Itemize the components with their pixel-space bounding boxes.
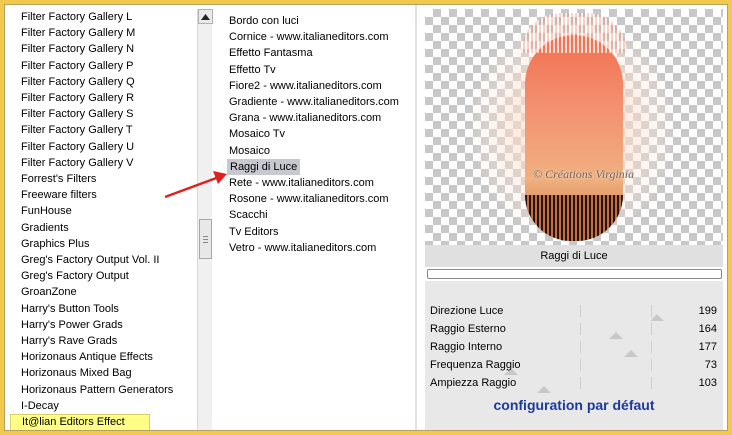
slider-tick [580, 377, 581, 389]
light-rays-top [521, 13, 627, 53]
slider-tick [580, 305, 581, 317]
pane-divider [415, 5, 417, 430]
category-item-selected[interactable]: It@lian Editors Effect [10, 414, 150, 430]
category-item[interactable]: Filter Factory Gallery L [21, 9, 132, 25]
slider-row[interactable]: Frequenza Raggio 73 [425, 357, 723, 375]
chevron-up-icon [201, 13, 210, 20]
scroll-thumb[interactable] [199, 219, 212, 259]
category-item[interactable]: Greg's Factory Output [21, 268, 129, 284]
category-item[interactable]: Harry's Button Tools [21, 301, 119, 317]
category-item[interactable]: Graphics Plus [21, 236, 89, 252]
category-item[interactable]: Horizonaus Antique Effects [21, 349, 153, 365]
slider-value: 103 [698, 377, 717, 389]
category-item[interactable]: Gradients [21, 220, 69, 236]
preview-pane: © Créations Virginia [425, 9, 723, 245]
slider-label: Direzione Luce [430, 305, 504, 317]
filter-item[interactable]: Scacchi [229, 207, 268, 223]
slider-label: Raggio Interno [430, 341, 503, 353]
filter-item[interactable]: Effetto Tv [229, 62, 276, 78]
filter-item[interactable]: Bordo con luci [229, 13, 299, 29]
default-configuration-button[interactable]: configuration par défaut [425, 397, 723, 413]
slider-tick [651, 377, 652, 389]
filter-item[interactable]: Grana - www.italianeditors.com [229, 110, 381, 126]
category-item[interactable]: Filter Factory Gallery U [21, 139, 134, 155]
watermark: © Créations Virginia [533, 167, 635, 181]
slider-tick [580, 359, 581, 371]
filter-item[interactable]: Gradiente - www.italianeditors.com [229, 94, 399, 110]
scroll-up-button[interactable] [198, 9, 213, 24]
filter-item[interactable]: Cornice - www.italianeditors.com [229, 29, 389, 45]
effect-name-label: Raggi di Luce [425, 245, 723, 267]
category-item[interactable]: Filter Factory Gallery Q [21, 74, 135, 90]
filter-item[interactable]: Rosone - www.italianeditors.com [229, 191, 389, 207]
filter-item[interactable]: Fiore2 - www.italianeditors.com [229, 78, 382, 94]
red-arrow-icon [164, 171, 227, 199]
slider-label: Frequenza Raggio [430, 359, 521, 371]
slider-thumb[interactable] [624, 350, 638, 357]
slider-tick [651, 323, 652, 335]
category-item[interactable]: Filter Factory Gallery R [21, 90, 134, 106]
category-item[interactable]: Filter Factory Gallery M [21, 25, 135, 41]
settings-panel: configuration par défaut Direzione Luce 1… [425, 281, 723, 430]
slider-row[interactable]: Direzione Luce 199 [425, 303, 723, 321]
filters-unlimited-window: Filter Factory Gallery L Filter Factory G… [4, 4, 728, 431]
category-item[interactable]: Filter Factory Gallery N [21, 41, 134, 57]
slider-thumb[interactable] [650, 314, 664, 321]
category-item[interactable]: Harry's Rave Grads [21, 333, 117, 349]
category-item[interactable]: Freeware filters [21, 187, 97, 203]
category-item[interactable]: Filter Factory Gallery P [21, 58, 133, 74]
slider-value: 164 [698, 323, 717, 335]
filter-item[interactable]: Tv Editors [229, 224, 279, 240]
slider-tick [651, 359, 652, 371]
category-item[interactable]: Forrest's Filters [21, 171, 96, 187]
category-item[interactable]: Filter Factory Gallery V [21, 155, 133, 171]
slider-thumb[interactable] [609, 332, 623, 339]
filter-item[interactable]: Rete - www.italianeditors.com [229, 175, 374, 191]
category-item[interactable]: Filter Factory Gallery T [21, 122, 133, 138]
filter-item-selected[interactable]: Raggi di Luce [227, 158, 301, 175]
slider-value: 199 [698, 305, 717, 317]
category-item[interactable]: Filter Factory Gallery S [21, 106, 133, 122]
slider-value: 73 [704, 359, 717, 371]
slider-tick [580, 341, 581, 353]
slider-row[interactable]: Raggio Esterno 164 [425, 321, 723, 339]
light-rays-bottom [525, 195, 623, 241]
slider-row[interactable]: Raggio Interno 177 [425, 339, 723, 357]
category-item[interactable]: GroanZone [21, 284, 77, 300]
filter-item[interactable]: Effetto Fantasma [229, 45, 313, 61]
slider-thumb[interactable] [537, 386, 551, 393]
progress-bar [427, 269, 722, 279]
category-item[interactable]: Harry's Power Grads [21, 317, 123, 333]
slider-value: 177 [698, 341, 717, 353]
filter-item[interactable]: Vetro - www.italianeditors.com [229, 240, 376, 256]
category-item[interactable]: Greg's Factory Output Vol. II [21, 252, 159, 268]
filter-list[interactable]: Bordo con luci Cornice - www.italianedito… [215, 5, 415, 430]
category-item[interactable]: Horizonaus Pattern Generators [21, 382, 173, 398]
slider-tick [580, 323, 581, 335]
slider-label: Ampiezza Raggio [430, 377, 517, 389]
slider-label: Raggio Esterno [430, 323, 506, 335]
filter-item[interactable]: Mosaico [229, 143, 270, 159]
category-item[interactable]: Horizonaus Mixed Bag [21, 365, 132, 381]
slider-tick [651, 341, 652, 353]
category-scrollbar[interactable] [197, 9, 213, 430]
category-item[interactable]: FunHouse [21, 203, 72, 219]
filter-item[interactable]: Mosaico Tv [229, 126, 285, 142]
category-list[interactable]: Filter Factory Gallery L Filter Factory G… [5, 5, 198, 430]
slider-row[interactable]: Ampiezza Raggio 103 [425, 375, 723, 393]
category-item[interactable]: I-Decay [21, 398, 59, 414]
